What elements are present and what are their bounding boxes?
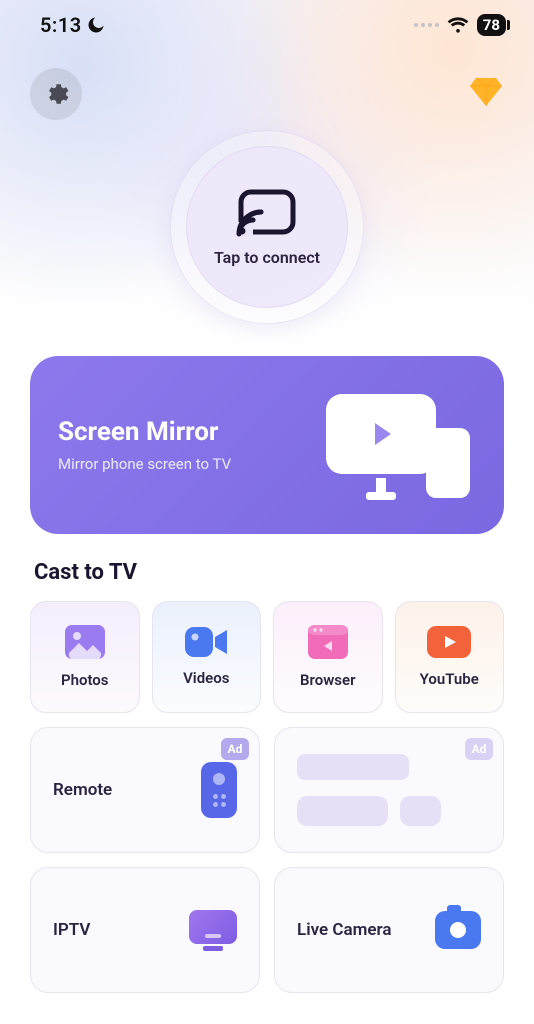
youtube-label: YouTube [420,670,479,688]
videos-icon [185,627,227,657]
photos-label: Photos [61,671,109,689]
photos-icon [65,625,105,659]
battery-indicator: 78 [477,14,506,36]
cast-icon [235,188,299,238]
status-time: 5:13 [40,13,82,37]
battery-level: 78 [483,16,500,34]
iptv-label: IPTV [53,920,90,940]
moon-icon [86,15,106,35]
connect-label: Tap to connect [214,248,320,267]
browser-tile[interactable]: Browser [273,601,383,713]
browser-label: Browser [300,671,355,689]
remote-tile[interactable]: Ad Remote [30,727,260,853]
ad-placeholder-tile[interactable]: Ad [274,727,504,853]
ad-placeholder-icon [297,754,481,826]
videos-label: Videos [183,669,229,687]
mirror-title: Screen Mirror [58,417,231,447]
youtube-tile[interactable]: YouTube [395,601,505,713]
remote-label: Remote [53,780,112,800]
videos-tile[interactable]: Videos [152,601,262,713]
settings-button[interactable] [30,68,82,120]
browser-icon [308,625,348,659]
gear-icon [43,81,69,107]
cellular-dots-icon [414,23,439,27]
iptv-icon [189,910,237,950]
wifi-icon [447,16,469,34]
youtube-icon [427,626,471,658]
connect-button[interactable]: Tap to connect [170,130,364,324]
ad-badge: Ad [221,738,249,760]
premium-button[interactable] [468,76,504,112]
cast-section-title: Cast to TV [34,560,504,585]
iptv-tile[interactable]: IPTV [30,867,260,993]
diamond-icon [468,76,504,108]
remote-icon [201,762,237,818]
live-camera-label: Live Camera [297,920,392,940]
mirror-subtitle: Mirror phone screen to TV [58,455,231,473]
camera-icon [435,911,481,949]
ad-badge: Ad [465,738,493,760]
live-camera-tile[interactable]: Live Camera [274,867,504,993]
screen-mirror-card[interactable]: Screen Mirror Mirror phone screen to TV [30,356,504,534]
photos-tile[interactable]: Photos [30,601,140,713]
status-bar: 5:13 78 [0,0,534,50]
mirror-icon [326,390,476,500]
